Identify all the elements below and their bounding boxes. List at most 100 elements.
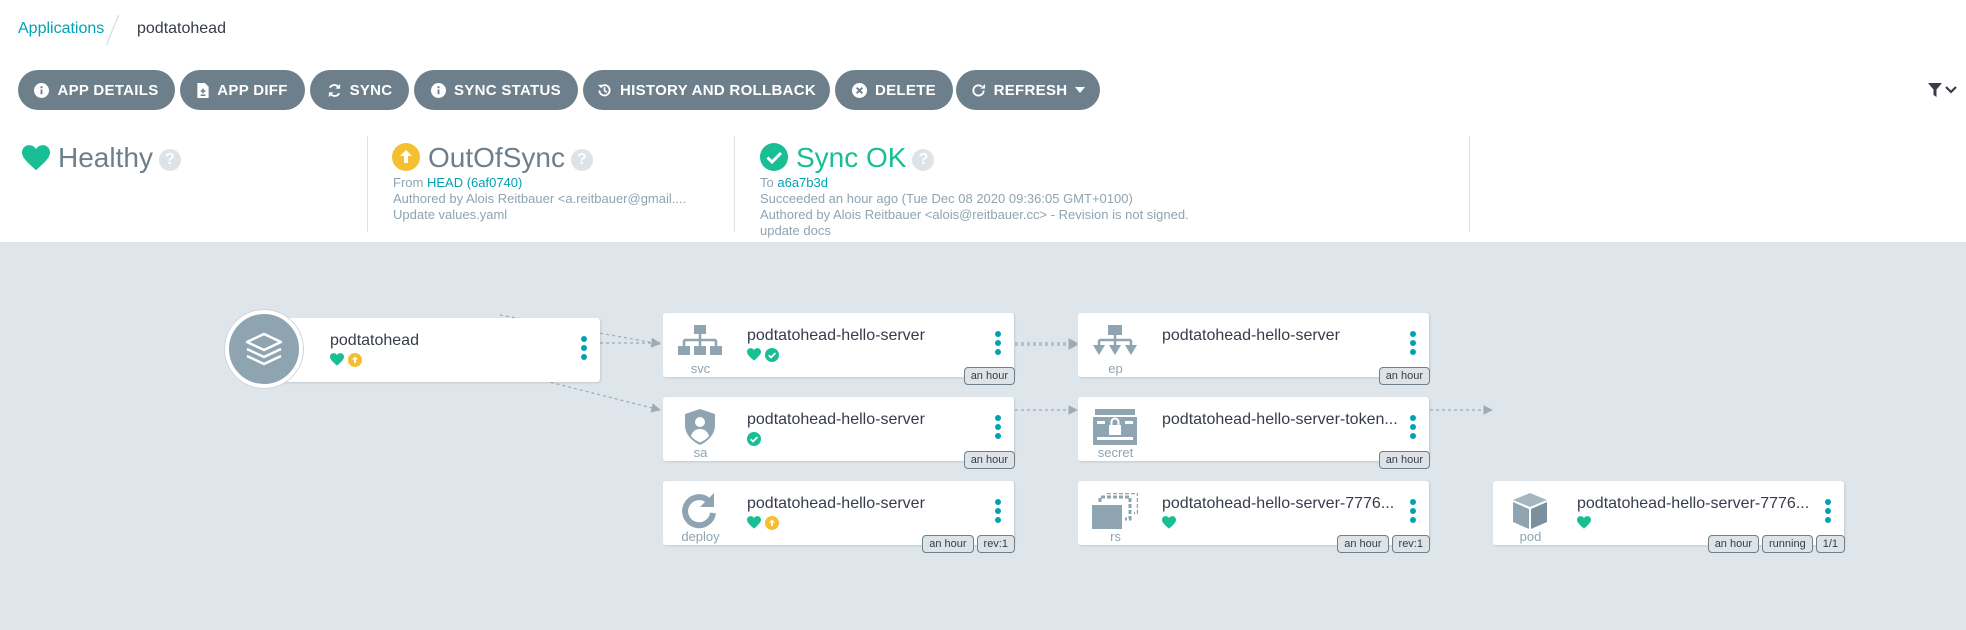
- resource-tags: an hour: [1378, 451, 1430, 469]
- times-circle-icon: [852, 82, 867, 98]
- resource-revision-tag: rev:1: [1391, 535, 1430, 553]
- operation-commit-message: update docs: [760, 223, 831, 238]
- info-icon: [431, 82, 447, 98]
- resource-menu-icon[interactable]: [1409, 331, 1417, 359]
- resource-tags: an hour: [1378, 367, 1430, 385]
- resource-menu-icon[interactable]: [1409, 415, 1417, 443]
- heart-icon: [747, 348, 761, 361]
- resource-status-icons: [1577, 516, 1591, 529]
- resource-age-tag: an hour: [1378, 451, 1430, 469]
- health-status: Healthy?: [58, 142, 181, 174]
- resource-kind-label: rs: [1110, 529, 1121, 544]
- status-divider: [367, 136, 368, 232]
- resource-menu-icon[interactable]: [994, 499, 1002, 527]
- health-status-text: Healthy: [58, 142, 153, 173]
- app-diff-label: APP DIFF: [217, 81, 288, 99]
- resource-menu-icon[interactable]: [1824, 499, 1832, 527]
- resource-kind-label: sa: [693, 445, 708, 460]
- resource-node-secret[interactable]: secret podtatohead-hello-server-token...…: [1078, 397, 1430, 469]
- app-details-label: APP DETAILS: [57, 81, 159, 99]
- sync-label: SYNC: [349, 81, 393, 99]
- resource-kind-label: pod: [1519, 529, 1542, 544]
- resource-age-tag: an hour: [1378, 367, 1430, 385]
- resource-age-tag: an hour: [1707, 535, 1759, 553]
- refresh-button[interactable]: REFRESH: [956, 70, 1100, 110]
- operation-status-text: Sync OK: [796, 142, 907, 173]
- sync-status-text: OutOfSync: [428, 142, 565, 173]
- caret-down-icon: [1075, 87, 1086, 93]
- resource-node-ep[interactable]: ep podtatohead-hello-server an hour: [1078, 313, 1430, 385]
- resource-menu-icon[interactable]: [994, 415, 1002, 443]
- heart-icon: [1577, 516, 1591, 529]
- delete-label: DELETE: [875, 81, 936, 99]
- operation-to-revision-link[interactable]: a6a7b3d: [777, 175, 828, 190]
- resource-age-tag: an hour: [963, 367, 1015, 385]
- arrow-circle-up-icon: [392, 143, 420, 171]
- sync-from-revision-link[interactable]: HEAD (6af0740): [427, 175, 522, 190]
- resource-status-icons: [1162, 516, 1176, 529]
- sync-button[interactable]: SYNC: [310, 70, 409, 110]
- resource-tags: an hour: [963, 451, 1015, 469]
- resource-node-sa[interactable]: sa podtatohead-hello-server an hour: [663, 397, 1015, 469]
- breadcrumb-current: podtatohead: [137, 20, 226, 37]
- status-divider: [1469, 136, 1470, 232]
- file-diff-icon: [197, 82, 209, 98]
- operation-help-icon[interactable]: ?: [912, 149, 935, 171]
- check-circle-icon: [747, 432, 761, 446]
- app-node[interactable]: podtatohead: [222, 310, 600, 388]
- resource-kind-label: secret: [1097, 445, 1134, 460]
- breadcrumb-applications-link[interactable]: Applications: [18, 20, 104, 38]
- sitemap-icon: [677, 325, 723, 361]
- resource-name: podtatohead-hello-server-7776...: [1162, 495, 1395, 512]
- sync-help-icon[interactable]: ?: [570, 149, 593, 171]
- resource-name: podtatohead-hello-server: [747, 327, 925, 344]
- sync-from-label: From: [393, 175, 424, 190]
- operation-to-label: To: [760, 175, 774, 190]
- app-node-name: podtatohead: [330, 332, 419, 349]
- resource-node-pod[interactable]: pod podtatohead-hello-server-7776... an …: [1493, 481, 1845, 553]
- arrow-circle-up-icon: [348, 353, 362, 367]
- check-circle-icon: [765, 348, 779, 362]
- history-icon: [597, 83, 611, 96]
- secret-lock-icon: [1092, 409, 1138, 445]
- resource-menu-icon[interactable]: [994, 331, 1002, 359]
- resource-kind-label: deploy: [681, 529, 720, 544]
- resource-menu-icon[interactable]: [1409, 499, 1417, 527]
- history-rollback-button[interactable]: HISTORY AND ROLLBACK: [583, 70, 830, 110]
- redo-icon: [677, 493, 723, 529]
- sync-commit-message: Update values.yaml: [393, 207, 508, 222]
- resource-node-deploy[interactable]: deploy podtatohead-hello-server an hour …: [663, 481, 1015, 553]
- breadcrumb-separator: [106, 14, 119, 46]
- delete-button[interactable]: DELETE: [835, 70, 953, 110]
- resource-tags: an hour rev:1: [1337, 535, 1430, 553]
- check-circle-icon: [760, 143, 788, 171]
- app-node-card[interactable]: podtatohead: [264, 318, 600, 382]
- heart-icon: [22, 145, 50, 171]
- resource-node-svc[interactable]: svc podtatohead-hello-server an hour: [663, 313, 1015, 385]
- toolbar: APP DETAILS APP DIFF SYNC SYNC STATUS HI…: [0, 70, 1966, 118]
- breadcrumb: Applications podtatohead: [0, 0, 1966, 58]
- resource-name: podtatohead-hello-server-token...: [1162, 411, 1398, 428]
- app-details-button[interactable]: APP DETAILS: [18, 70, 175, 110]
- info-icon: [34, 82, 50, 98]
- app-node-menu-icon[interactable]: [580, 336, 588, 364]
- resource-status-icons: [747, 516, 779, 530]
- resource-name: podtatohead-hello-server: [747, 411, 925, 428]
- resource-node-rs[interactable]: rs podtatohead-hello-server-7776... an h…: [1078, 481, 1430, 553]
- operation-author: Authored by Alois Reitbauer <alois@reitb…: [760, 207, 1189, 222]
- heart-icon: [747, 516, 761, 529]
- app-node-status-icons: [330, 353, 362, 367]
- resource-age-tag: an hour: [922, 535, 974, 553]
- resource-phase-tag: running: [1762, 535, 1813, 553]
- arrow-circle-up-icon: [765, 516, 779, 530]
- resource-name: podtatohead-hello-server: [747, 495, 925, 512]
- sync-status-button[interactable]: SYNC STATUS: [414, 70, 578, 110]
- resource-kind-label: svc: [690, 361, 711, 376]
- resource-kind-label: ep: [1108, 361, 1123, 376]
- health-help-icon[interactable]: ?: [158, 149, 181, 171]
- app-diff-button[interactable]: APP DIFF: [180, 70, 305, 110]
- resource-age-tag: an hour: [1337, 535, 1389, 553]
- filter-icon[interactable]: [1928, 82, 1958, 98]
- app-node-layers-icon: [225, 310, 303, 388]
- resource-status-icons: [747, 432, 761, 446]
